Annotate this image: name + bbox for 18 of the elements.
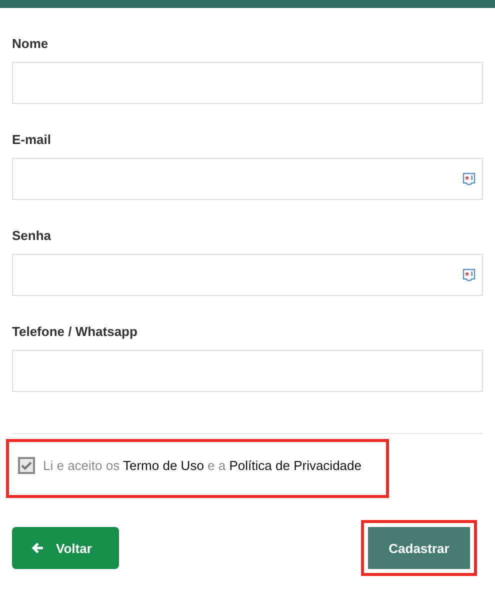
field-label: Senha	[12, 228, 52, 243]
arrow-left-icon	[32, 542, 44, 554]
terms-link[interactable]: Política de Privacidade	[229, 458, 362, 473]
autofill-icon[interactable]	[462, 268, 476, 282]
input-field[interactable]	[12, 254, 483, 296]
field-label: E-mail	[12, 132, 52, 147]
back-button[interactable]: Voltar	[12, 527, 119, 569]
input-field[interactable]	[12, 62, 483, 104]
checkmark-icon	[21, 461, 32, 470]
checkbox[interactable]	[18, 457, 35, 474]
autofill-icon[interactable]	[462, 172, 476, 186]
field-label: Telefone / Whatsapp	[12, 324, 138, 339]
terms-link[interactable]: Termo de Uso	[123, 458, 204, 473]
field-label: Nome	[12, 36, 50, 51]
submit-button[interactable]: Cadastrar	[368, 527, 470, 569]
input-field[interactable]	[12, 350, 483, 392]
input-field[interactable]	[12, 158, 483, 200]
terms-text: Li e aceito os Termo de Uso e a Política de Privacidade	[43, 457, 362, 474]
